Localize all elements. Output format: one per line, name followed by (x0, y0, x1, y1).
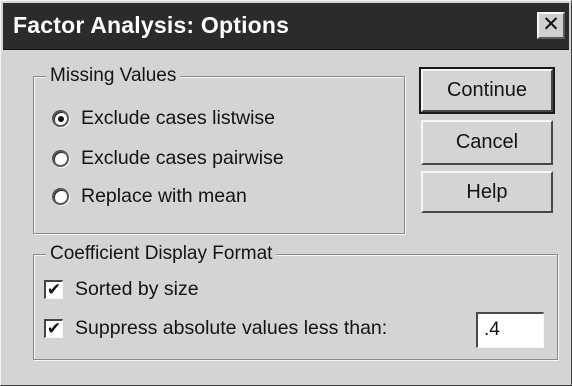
missing-values-group: Missing Values Exclude cases listwise Ex… (33, 65, 405, 234)
radio-label-listwise: Exclude cases listwise (81, 107, 275, 129)
coefficient-display-format-group: Coefficient Display Format ✔ Sorted by s… (33, 243, 558, 360)
missing-values-legend: Missing Values (46, 65, 181, 87)
factor-analysis-options-dialog: Factor Analysis: Options ✕ Missing Value… (0, 0, 572, 386)
window-title: Factor Analysis: Options (13, 12, 290, 38)
checkbox-suppress-values[interactable]: ✔ Suppress absolute values less than: (44, 317, 387, 340)
checkbox-label-suppress: Suppress absolute values less than: (75, 317, 388, 339)
close-button[interactable]: ✕ (537, 12, 565, 39)
cancel-button[interactable]: Cancel (421, 120, 553, 165)
checkbox-checked-icon[interactable]: ✔ (44, 280, 63, 299)
help-button[interactable]: Help (421, 171, 553, 213)
radio-unselected-icon[interactable] (52, 188, 69, 205)
radio-unselected-icon[interactable] (52, 150, 69, 167)
checkbox-sorted-by-size[interactable]: ✔ Sorted by size (44, 278, 199, 301)
radio-replace-with-mean[interactable]: Replace with mean (52, 185, 247, 208)
radio-exclude-pairwise[interactable]: Exclude cases pairwise (52, 147, 284, 170)
radio-exclude-listwise[interactable]: Exclude cases listwise (52, 107, 275, 130)
radio-label-replace-mean: Replace with mean (81, 185, 247, 207)
checkbox-label-sorted: Sorted by size (75, 278, 199, 300)
title-bar[interactable]: Factor Analysis: Options ✕ (3, 3, 569, 50)
close-icon: ✕ (542, 13, 560, 36)
radio-selected-icon[interactable] (52, 110, 69, 127)
suppress-threshold-input[interactable]: .4 (476, 312, 544, 348)
coefficient-display-legend: Coefficient Display Format (46, 243, 277, 265)
continue-button[interactable]: Continue (419, 67, 555, 114)
checkbox-checked-icon[interactable]: ✔ (44, 319, 63, 338)
radio-label-pairwise: Exclude cases pairwise (81, 147, 284, 169)
